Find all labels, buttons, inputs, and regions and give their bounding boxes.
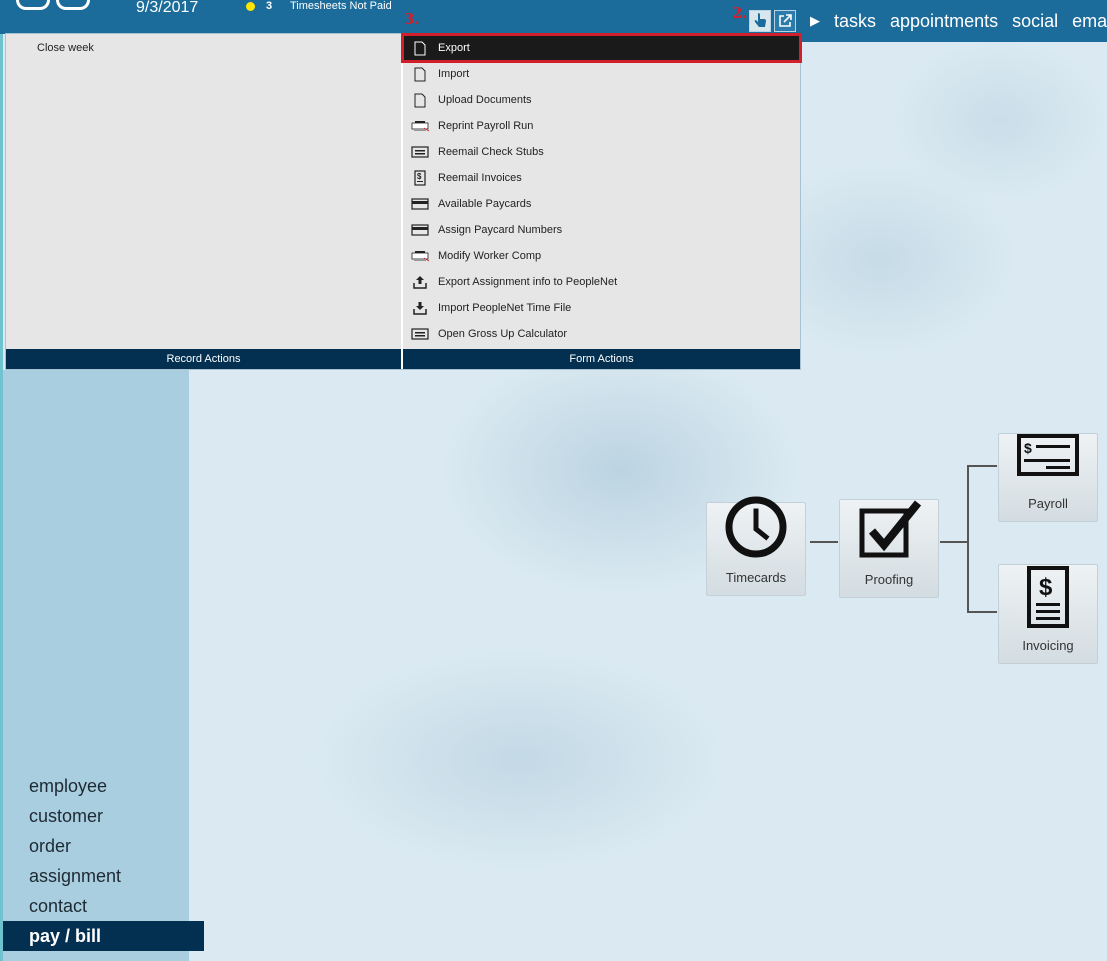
left-nav-list: employee customer order assignment conta… [3,771,204,951]
document-icon [410,40,430,56]
form-action-open-gross-up-calculator[interactable]: Open Gross Up Calculator [403,321,800,347]
form-action-export-assignment-info-to-peoplenet[interactable]: Export Assignment info to PeopleNet [403,269,800,295]
invoice-icon: $ [410,170,430,186]
invoicing-label: Invoicing [1022,638,1074,653]
invoice-icon: $ [1027,566,1069,628]
form-action-label: Modify Worker Comp [438,250,542,262]
proofing-label: Proofing [864,572,914,587]
invoicing-tile[interactable]: $ Invoicing [998,564,1098,664]
card-icon [410,222,430,238]
check-payment-icon: $ [1017,434,1079,476]
nav-employee[interactable]: employee [3,771,189,801]
form-action-label: Open Gross Up Calculator [438,328,567,340]
form-action-reemail-invoices[interactable]: $ Reemail Invoices [403,165,800,191]
connector-line [967,465,969,613]
nav-pay-bill[interactable]: pay / bill [3,921,204,951]
form-action-label: Export [438,42,470,54]
checkbox-icon [859,500,922,558]
connector-line [940,541,968,543]
form-action-label: Reemail Check Stubs [438,146,544,158]
record-actions-footer: Record Actions [6,349,401,369]
svg-text:$: $ [1024,440,1032,456]
header-date: 9/3/2017 [136,0,199,16]
timecards-label: Timecards [725,570,787,585]
svg-text:$: $ [417,172,422,181]
step-2-annotation: 2. [732,4,748,22]
nav-order[interactable]: order [3,831,189,861]
form-action-label: Import [438,68,470,80]
form-action-available-paycards[interactable]: Available Paycards [403,191,800,217]
document-icon [410,92,430,108]
topnav-tasks[interactable]: tasks [834,11,876,32]
record-actions-column: Close week Record Actions [6,34,401,369]
actions-button[interactable] [749,10,771,32]
header-bar: 9/3/2017 3 Timesheets Not Paid [0,0,802,34]
form-action-label: Reprint Payroll Run [438,120,534,132]
external-link-icon [779,14,792,27]
form-action-reemail-check-stubs[interactable]: Reemail Check Stubs [403,139,800,165]
form-actions-footer: Form Actions [403,349,800,369]
form-action-label: Export Assignment info to PeopleNet [438,276,618,288]
svg-text:$: $ [1039,574,1053,601]
nav-assignment[interactable]: assignment [3,861,189,891]
form-action-assign-paycard-numbers[interactable]: Assign Paycard Numbers [403,217,800,243]
actions-panel: Close week Record Actions Export Import Up… [5,33,802,370]
form-action-export[interactable]: Export [401,33,802,63]
download-icon [410,300,430,316]
printer-icon [410,118,430,134]
connector-line [810,541,838,543]
form-action-label: Reemail Invoices [438,172,522,184]
form-action-label: Upload Documents [438,94,532,106]
topnav-social[interactable]: social [1012,11,1058,32]
form-action-reprint-payroll-run[interactable]: Reprint Payroll Run [403,113,800,139]
form-action-modify-worker-comp[interactable]: Modify Worker Comp [403,243,800,269]
form-action-import-peoplenet-time-file[interactable]: Import PeopleNet Time File [403,295,800,321]
check-stub-icon [410,144,430,160]
pointer-hand-icon [754,13,766,27]
timecards-tile[interactable]: Timecards [706,496,806,596]
printer-icon [410,248,430,264]
form-action-label: Available Paycards [438,198,532,210]
connector-line [967,611,997,613]
payroll-tile[interactable]: $ Payroll [998,433,1098,522]
proofing-tile[interactable]: Proofing [839,499,939,598]
top-navigation: ▶ tasks appointments social ema [802,0,1107,42]
check-stub-icon [410,326,430,342]
status-count[interactable]: 3 [266,0,272,12]
form-action-import[interactable]: Import [403,61,800,87]
form-actions-column: Export Import Upload Documents Reprint Payr… [401,33,802,369]
app-logo[interactable] [16,0,94,14]
form-action-label: Import PeopleNet Time File [438,302,572,314]
nav-contact[interactable]: contact [3,891,189,921]
form-action-upload-documents[interactable]: Upload Documents [403,87,800,113]
status-text[interactable]: Timesheets Not Paid [290,0,392,12]
popout-button[interactable] [774,10,796,32]
card-icon [410,196,430,212]
play-icon[interactable]: ▶ [810,13,820,29]
topnav-email[interactable]: ema [1072,11,1107,32]
payroll-label: Payroll [1028,496,1068,511]
clock-icon [725,496,787,558]
upload-icon [410,274,430,290]
nav-customer[interactable]: customer [3,801,189,831]
topnav-appointments[interactable]: appointments [890,11,998,32]
step-3-annotation: 3. [404,10,420,28]
connector-line [967,465,997,467]
form-action-label: Assign Paycard Numbers [438,224,563,236]
close-week-item[interactable]: Close week [6,35,401,54]
status-indicator-icon [246,2,255,11]
document-icon [410,66,430,82]
